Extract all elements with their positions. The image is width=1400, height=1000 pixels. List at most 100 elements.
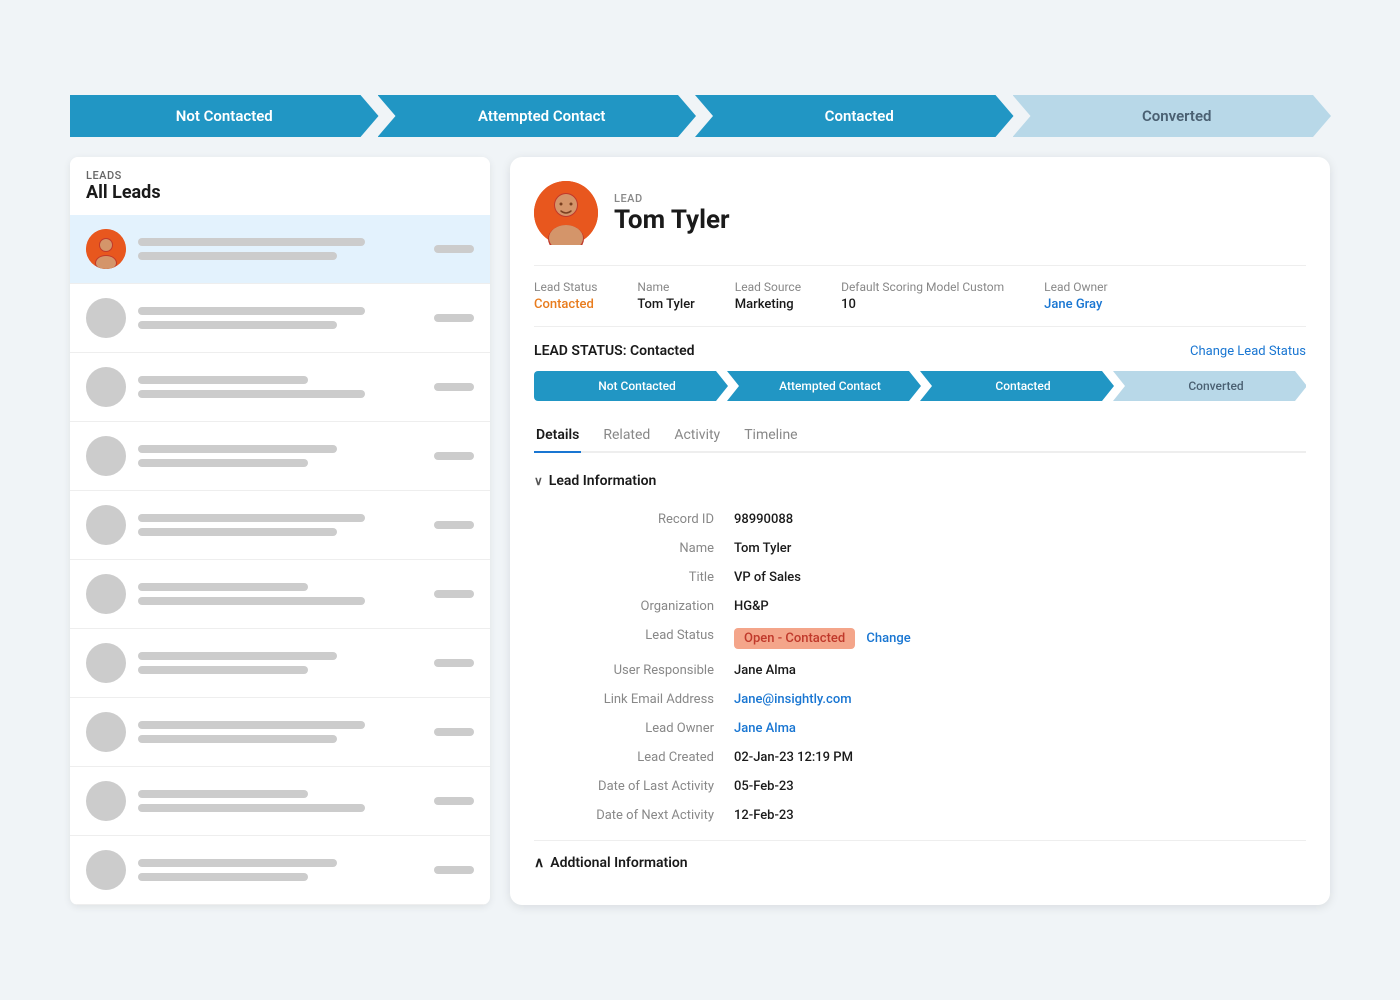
tab-related[interactable]: Related <box>601 419 652 453</box>
field-value: HG&P <box>734 599 1306 614</box>
field-value-email[interactable]: Jane@insightly.com <box>734 692 1306 707</box>
meta-owner: Lead Owner Jane Gray <box>1044 280 1107 312</box>
leads-title: All Leads <box>86 182 474 203</box>
lead-item[interactable] <box>70 422 490 491</box>
field-label: Date of Next Activity <box>534 808 734 823</box>
meta-scoring: Default Scoring Model Custom 10 <box>841 280 1004 312</box>
avatar <box>86 850 126 890</box>
lead-line-end <box>434 314 474 322</box>
field-row-email: Link Email Address Jane@insightly.com <box>534 685 1306 714</box>
field-label: Record ID <box>534 512 734 527</box>
meta-label: Default Scoring Model Custom <box>841 280 1004 294</box>
mini-pipeline: Not Contacted Attempted Contact Contacte… <box>534 371 1306 401</box>
leads-panel: LEADS All Leads <box>70 157 490 905</box>
lead-line <box>138 252 337 260</box>
avatar <box>86 712 126 752</box>
field-value: Jane Alma <box>734 663 1306 678</box>
mini-step-contacted[interactable]: Contacted <box>920 371 1114 401</box>
meta-row: Lead Status Contacted Name Tom Tyler Lea… <box>534 265 1306 327</box>
field-label: Name <box>534 541 734 556</box>
lead-lines <box>138 859 422 881</box>
field-row-last-activity: Date of Last Activity 05-Feb-23 <box>534 772 1306 801</box>
lead-line <box>138 459 308 467</box>
lead-line <box>138 390 365 398</box>
field-label: Lead Created <box>534 750 734 765</box>
tab-activity[interactable]: Activity <box>672 419 722 453</box>
leads-header: LEADS All Leads <box>70 157 490 215</box>
pipeline-step-attempted-contact[interactable]: Attempted Contact <box>378 95 697 137</box>
lead-avatar-detail <box>534 181 598 245</box>
lead-lines <box>138 376 422 398</box>
avatar <box>86 367 126 407</box>
lead-item[interactable] <box>70 215 490 284</box>
section-title: Lead Information <box>549 473 657 489</box>
mini-step-converted[interactable]: Converted <box>1113 371 1306 401</box>
chevron-down-icon: ∨ <box>534 474 543 488</box>
lead-line <box>138 666 308 674</box>
meta-label: Lead Source <box>735 280 801 294</box>
field-label: Title <box>534 570 734 585</box>
field-row-title: Title VP of Sales <box>534 563 1306 592</box>
status-badge: Open - Contacted <box>734 628 855 649</box>
lead-lines <box>138 790 422 812</box>
additional-section-header[interactable]: ∧ Addtional Information <box>534 855 1306 871</box>
lead-item[interactable] <box>70 560 490 629</box>
pipeline-step-contacted[interactable]: Contacted <box>695 95 1014 137</box>
meta-value-owner[interactable]: Jane Gray <box>1044 297 1107 312</box>
field-label: Lead Owner <box>534 721 734 736</box>
lead-lines <box>138 307 422 329</box>
lead-lines <box>138 583 422 605</box>
lead-line <box>138 528 337 536</box>
lead-tag: LEAD <box>614 192 730 205</box>
leads-breadcrumb: LEADS <box>86 169 474 182</box>
meta-value-name: Tom Tyler <box>637 297 694 312</box>
lead-line <box>138 859 337 867</box>
avatar <box>86 229 126 269</box>
chevron-up-icon: ∧ <box>534 855 544 871</box>
tab-details[interactable]: Details <box>534 419 581 453</box>
lead-line <box>138 321 337 329</box>
field-row-user-responsible: User Responsible Jane Alma <box>534 656 1306 685</box>
meta-name: Name Tom Tyler <box>637 280 694 312</box>
lead-item[interactable] <box>70 353 490 422</box>
change-lead-status-link[interactable]: Change Lead Status <box>1190 344 1306 359</box>
lead-item[interactable] <box>70 698 490 767</box>
change-status-button[interactable]: Change <box>866 631 910 646</box>
lead-item[interactable] <box>70 284 490 353</box>
lead-line-end <box>434 866 474 874</box>
lead-info-section-header[interactable]: ∨ Lead Information <box>534 473 1306 489</box>
lead-item[interactable] <box>70 629 490 698</box>
field-value: 02-Jan-23 12:19 PM <box>734 750 1306 765</box>
meta-label: Name <box>637 280 694 294</box>
avatar <box>86 574 126 614</box>
lead-line-end <box>434 521 474 529</box>
lead-line <box>138 804 365 812</box>
additional-section-title: Addtional Information <box>550 855 687 871</box>
lead-item[interactable] <box>70 767 490 836</box>
avatar <box>86 436 126 476</box>
field-value-lead-owner[interactable]: Jane Alma <box>734 721 1306 736</box>
field-value-status: Open - Contacted Change <box>734 628 1306 649</box>
lead-line <box>138 376 308 384</box>
lead-lines <box>138 238 422 260</box>
field-row-next-activity: Date of Next Activity 12-Feb-23 <box>534 801 1306 830</box>
mini-step-attempted-contact[interactable]: Attempted Contact <box>727 371 921 401</box>
field-row-record-id: Record ID 98990088 <box>534 505 1306 534</box>
detail-card: LEAD Tom Tyler Lead Status Contacted Nam… <box>510 157 1330 905</box>
pipeline-step-converted[interactable]: Converted <box>1013 95 1332 137</box>
field-value: VP of Sales <box>734 570 1306 585</box>
lead-item[interactable] <box>70 491 490 560</box>
lead-line-end <box>434 728 474 736</box>
lead-item[interactable] <box>70 836 490 905</box>
pipeline-step-not-contacted[interactable]: Not Contacted <box>70 95 379 137</box>
lead-line <box>138 721 365 729</box>
lead-line-end <box>434 590 474 598</box>
mini-step-not-contacted[interactable]: Not Contacted <box>534 371 728 401</box>
lead-line-end <box>434 452 474 460</box>
field-label: Date of Last Activity <box>534 779 734 794</box>
detail-name-block: LEAD Tom Tyler <box>614 192 730 235</box>
tabs: Details Related Activity Timeline <box>534 419 1306 453</box>
avatar <box>86 781 126 821</box>
lead-line-end <box>434 659 474 667</box>
tab-timeline[interactable]: Timeline <box>742 419 799 453</box>
